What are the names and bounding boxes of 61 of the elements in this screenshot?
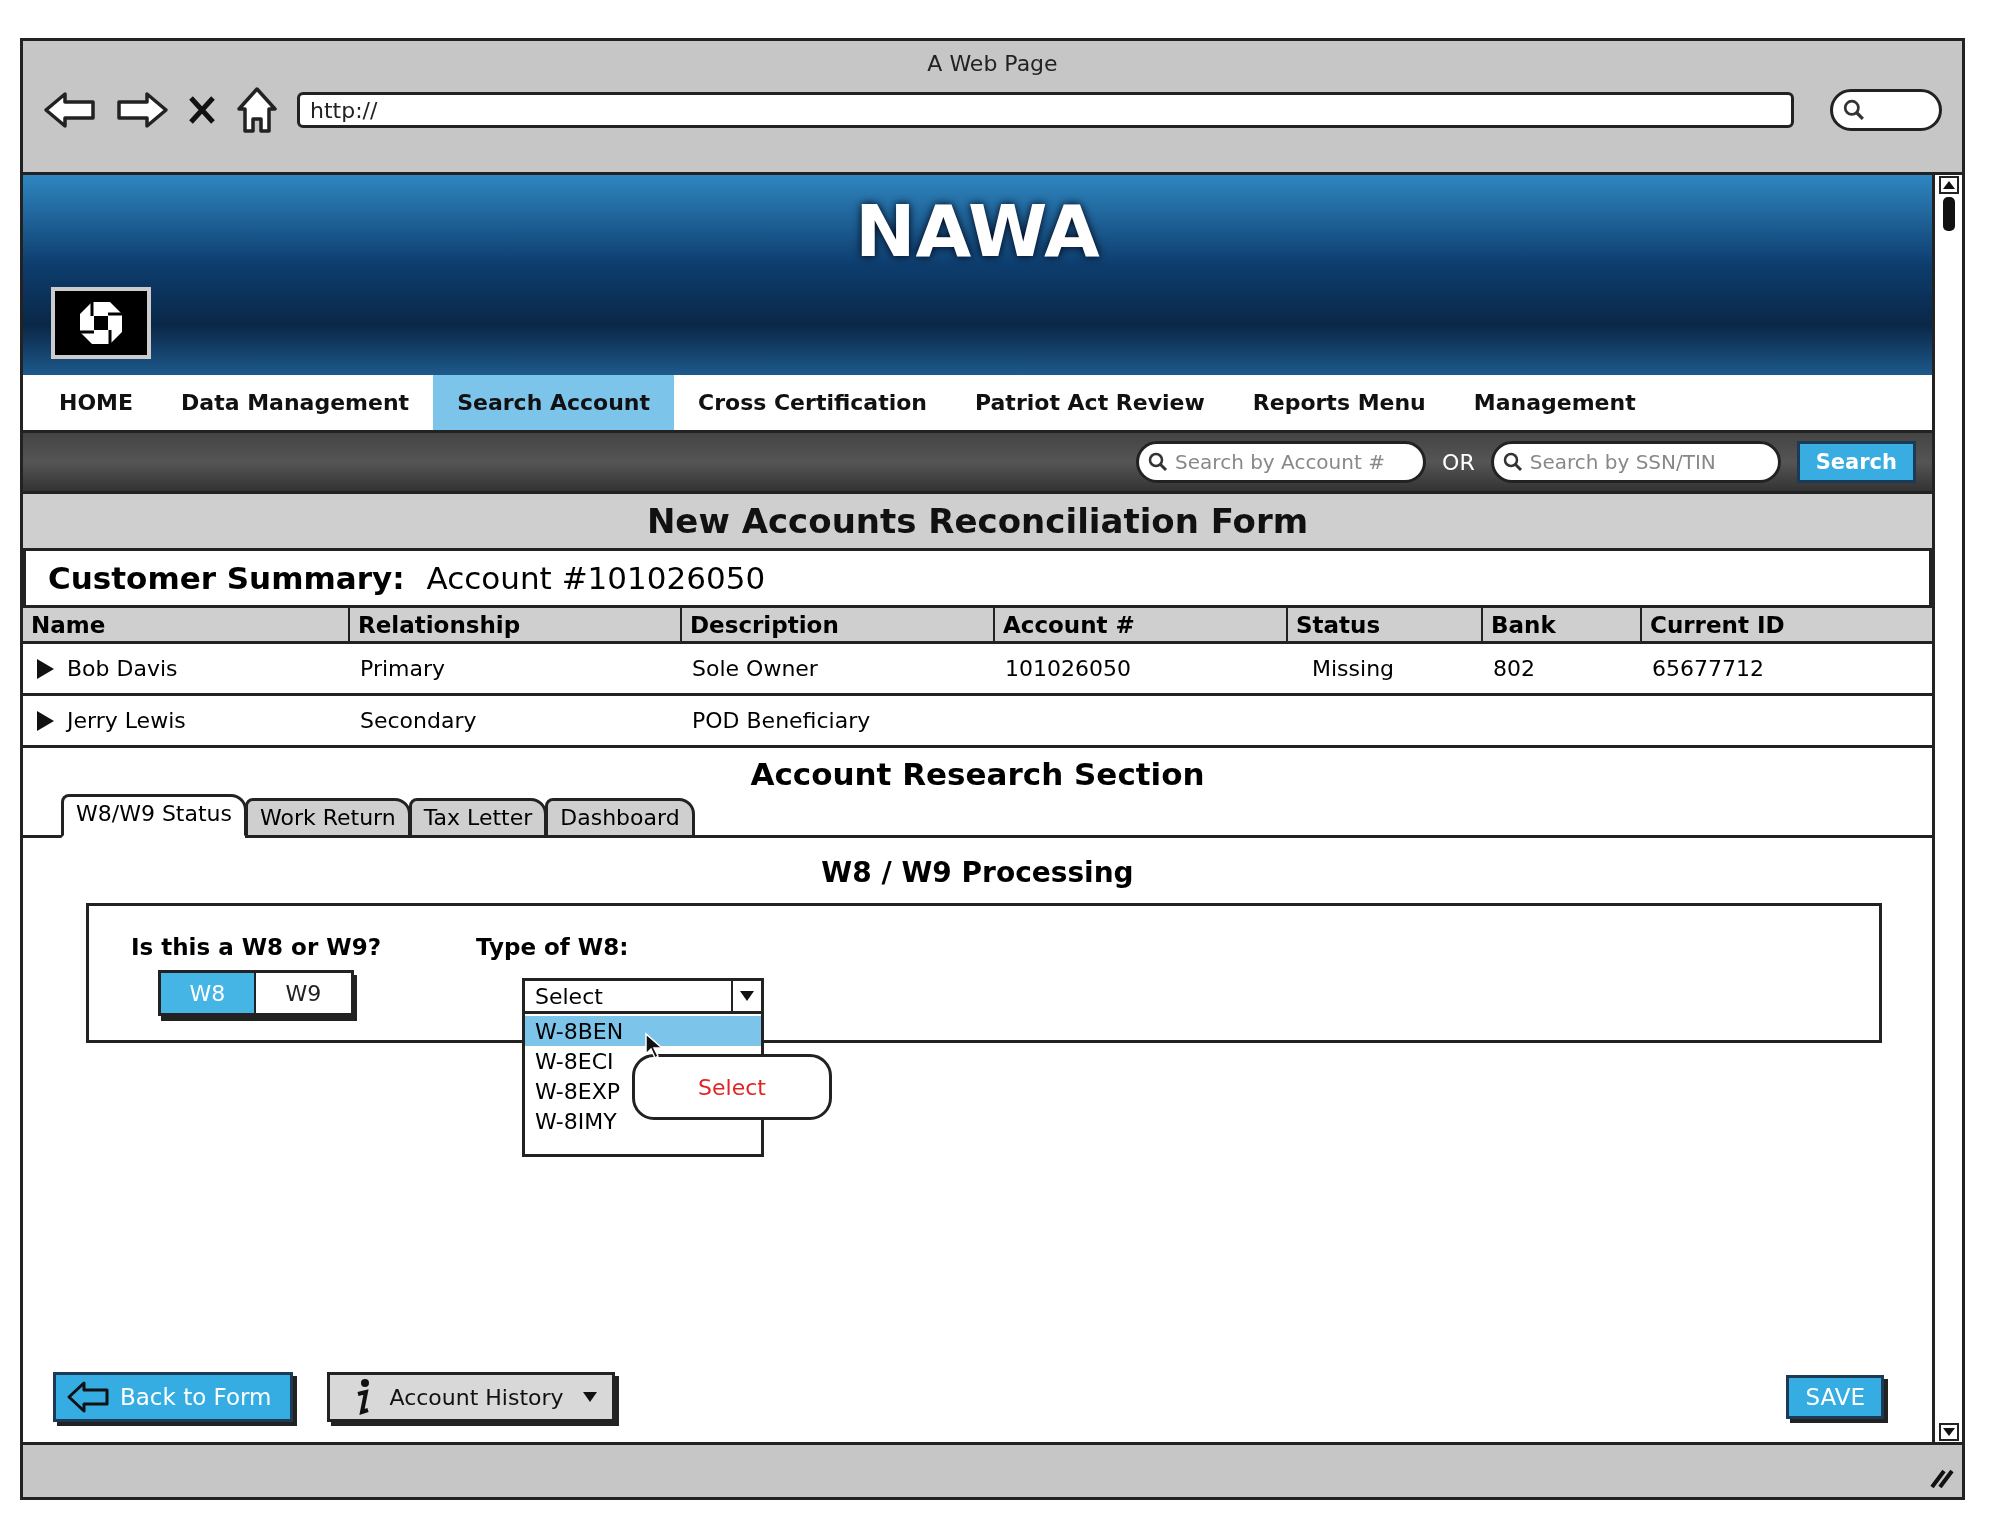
- summary-label: Customer Summary:: [48, 560, 405, 596]
- table-cell: 101026050: [1005, 656, 1131, 681]
- browser-search-field[interactable]: [1830, 89, 1942, 131]
- ssn-search-field[interactable]: Search by SSN/TIN: [1490, 441, 1781, 483]
- section-title: Account Research Section: [749, 755, 1206, 792]
- column-header: Name: [31, 611, 106, 638]
- nav-tab[interactable]: Reports Menu: [1228, 375, 1450, 430]
- tooltip: Select: [632, 1054, 832, 1120]
- nav-tab[interactable]: HOME: [35, 375, 158, 430]
- table-cell: 65677712: [1652, 656, 1764, 681]
- form-title: New Accounts Reconciliation Form: [23, 491, 1932, 548]
- home-icon[interactable]: [235, 85, 279, 135]
- table-cell: Sole Owner: [692, 656, 818, 681]
- tab[interactable]: Dashboard: [545, 798, 695, 838]
- tab[interactable]: Work Return: [245, 798, 411, 838]
- column-header: Account #: [1003, 611, 1135, 638]
- site-title: NAWA: [854, 189, 1101, 273]
- nav-tab[interactable]: Cross Certification: [674, 375, 951, 430]
- window-title: A Web Page: [927, 50, 1058, 78]
- column-header: Relationship: [358, 611, 521, 638]
- nav-tab[interactable]: Search Account: [433, 375, 674, 430]
- w8-type-dropdown[interactable]: Select: [522, 978, 764, 1014]
- search-icon: [1843, 99, 1865, 121]
- search-icon: [1502, 452, 1523, 472]
- logo-icon: [51, 287, 151, 359]
- account-number: Account #101026050: [426, 560, 766, 596]
- question-label: Is this a W8 or W9?: [131, 934, 381, 960]
- or-label: OR: [1442, 449, 1475, 475]
- table-cell: Jerry Lewis: [67, 708, 186, 733]
- url-field[interactable]: http://: [297, 92, 1794, 128]
- panel-title: W8 / W9 Processing: [820, 856, 1135, 889]
- close-icon[interactable]: [187, 94, 217, 126]
- table-cell: 802: [1493, 656, 1535, 681]
- search-icon: [1148, 452, 1169, 472]
- nav-tab[interactable]: Patriot Act Review: [951, 375, 1229, 430]
- w8-type-label: Type of W8:: [476, 934, 630, 960]
- tab[interactable]: Tax Letter: [408, 798, 548, 838]
- forward-arrow-icon[interactable]: [115, 90, 169, 130]
- nav-tab[interactable]: Data Management: [157, 375, 434, 430]
- caret-icon: [581, 1391, 598, 1403]
- column-header: Current ID: [1650, 611, 1785, 638]
- expand-arrow-icon[interactable]: [35, 657, 55, 680]
- back-arrow-icon: [66, 1380, 110, 1414]
- table-cell: Secondary: [360, 708, 477, 733]
- column-header: Bank: [1491, 611, 1556, 638]
- scrollbar[interactable]: [1932, 175, 1962, 1442]
- back-arrow-icon[interactable]: [43, 90, 97, 130]
- resize-grip-icon[interactable]: [1928, 1467, 1954, 1489]
- table-cell: POD Beneficiary: [692, 708, 871, 733]
- column-header: Description: [690, 611, 839, 638]
- column-header: Status: [1296, 611, 1381, 638]
- table-cell: Primary: [360, 656, 445, 681]
- scroll-down-icon[interactable]: [1937, 1422, 1960, 1442]
- table-cell: Missing: [1312, 656, 1395, 681]
- dropdown-option[interactable]: W-8BEN: [525, 1016, 761, 1046]
- expand-arrow-icon[interactable]: [35, 709, 55, 732]
- table-cell: Bob Davis: [67, 656, 178, 681]
- account-search-field[interactable]: Search by Account #: [1136, 441, 1427, 483]
- tab[interactable]: W8/W9 Status: [61, 794, 247, 838]
- nav-tab[interactable]: Management: [1449, 375, 1660, 430]
- caret-icon: [739, 990, 755, 1002]
